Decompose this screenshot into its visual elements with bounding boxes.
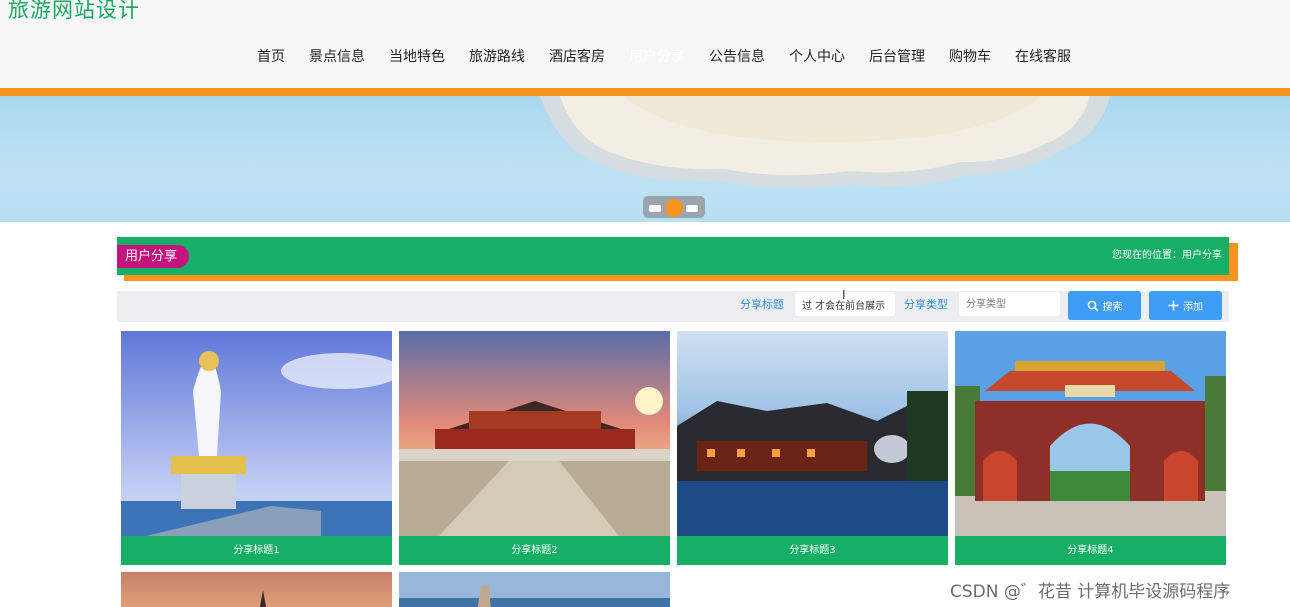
card-image-forbidden-city bbox=[399, 331, 670, 536]
section-header bbox=[117, 237, 1229, 275]
nav-user-share[interactable]: 用户分享 bbox=[617, 45, 697, 69]
nav-attractions[interactable]: 景点信息 bbox=[297, 45, 377, 69]
carousel-dot-3[interactable] bbox=[686, 205, 698, 212]
add-button[interactable]: 添加 bbox=[1149, 291, 1222, 320]
search-button[interactable]: 搜索 bbox=[1068, 291, 1141, 320]
main-nav: 首页 景点信息 当地特色 旅游路线 酒店客房 用户分享 公告信息 个人中心 后台… bbox=[245, 45, 1083, 69]
plus-icon bbox=[1168, 300, 1179, 311]
share-card[interactable]: 分享标题1 bbox=[121, 331, 392, 565]
card-caption: 分享标题2 bbox=[399, 536, 670, 565]
card-image-seaside bbox=[399, 572, 670, 607]
nav-hotel-rooms[interactable]: 酒店客房 bbox=[537, 45, 617, 69]
nav-announcements[interactable]: 公告信息 bbox=[697, 45, 777, 69]
card-image-temple-gate bbox=[955, 331, 1226, 536]
nav-online-service[interactable]: 在线客服 bbox=[1003, 45, 1083, 69]
card-image-water-town bbox=[677, 331, 948, 536]
section-title-tag: 用户分享 bbox=[117, 245, 190, 268]
text-cursor-icon: Ι bbox=[842, 288, 846, 302]
share-card[interactable]: 分享标题4 bbox=[955, 331, 1226, 565]
nav-cart[interactable]: 购物车 bbox=[937, 45, 1003, 69]
share-card[interactable]: 分享标题2 bbox=[399, 331, 670, 565]
nav-travel-routes[interactable]: 旅游路线 bbox=[457, 45, 537, 69]
title-filter-label: 分享标题 bbox=[740, 298, 784, 311]
card-caption: 分享标题4 bbox=[955, 536, 1226, 565]
carousel-dot-1[interactable] bbox=[649, 205, 661, 212]
carousel-indicators bbox=[643, 196, 705, 218]
breadcrumb-location: 您现在的位置：用户分享 bbox=[1112, 250, 1222, 261]
share-card[interactable] bbox=[399, 572, 670, 607]
card-caption: 分享标题3 bbox=[677, 536, 948, 565]
search-icon bbox=[1087, 300, 1099, 312]
share-card[interactable]: 分享标题3 bbox=[677, 331, 948, 565]
nav-admin[interactable]: 后台管理 bbox=[857, 45, 937, 69]
card-image-guanyin-statue bbox=[121, 331, 392, 536]
card-caption: 分享标题1 bbox=[121, 536, 392, 565]
type-filter-label: 分享类型 bbox=[904, 298, 948, 311]
banner-carousel[interactable] bbox=[0, 96, 1290, 222]
card-image-sunset bbox=[121, 572, 392, 607]
banner-plate-image bbox=[540, 96, 1110, 189]
nav-personal-center[interactable]: 个人中心 bbox=[777, 45, 857, 69]
search-bar bbox=[117, 291, 1229, 322]
carousel-dot-2-active[interactable] bbox=[665, 199, 683, 217]
site-title[interactable]: 旅游网站设计 bbox=[8, 0, 140, 24]
csdn-watermark: CSDN @゛花昔 计算机毕设源码程序 bbox=[950, 582, 1231, 602]
add-button-label: 添加 bbox=[1183, 302, 1203, 313]
nav-home[interactable]: 首页 bbox=[245, 45, 297, 69]
type-filter-input[interactable] bbox=[959, 292, 1060, 316]
header-divider bbox=[0, 88, 1290, 96]
share-card[interactable] bbox=[121, 572, 392, 607]
site-header: 旅游网站设计 首页 景点信息 当地特色 旅游路线 酒店客房 用户分享 公告信息 … bbox=[0, 0, 1290, 88]
nav-local-specialties[interactable]: 当地特色 bbox=[377, 45, 457, 69]
search-button-label: 搜索 bbox=[1102, 302, 1123, 313]
